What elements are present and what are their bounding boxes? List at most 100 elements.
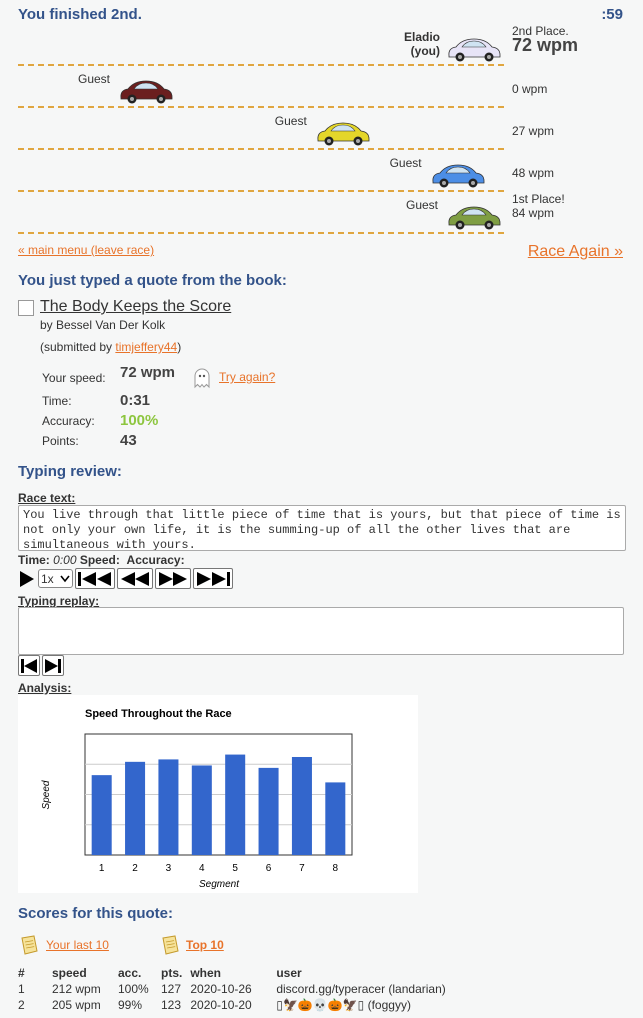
- typing-review-heading: Typing review:: [18, 463, 122, 480]
- chart-tick-label: 4: [199, 863, 205, 874]
- chart-bar: [158, 759, 179, 855]
- chart-xlabel: Segment: [199, 879, 240, 890]
- score-user[interactable]: discord.gg/typeracer (landarian): [276, 981, 453, 997]
- racer-stat: 48 wpm: [512, 166, 554, 180]
- submitted-by: (submitted by timjeffery44): [40, 340, 181, 354]
- typing-replay-label: Typing replay:: [18, 594, 100, 608]
- race-car-icon: [446, 204, 502, 235]
- score-rank: 1: [18, 982, 25, 996]
- racer-wpm: 0 wpm: [512, 82, 548, 96]
- skip-end-icon: [196, 571, 230, 586]
- scores-header-row: # speed acc. pts. when user: [18, 965, 454, 981]
- chart-bar: [191, 765, 212, 855]
- tab-your-last-10[interactable]: Your last 10: [46, 938, 109, 952]
- race-car-icon: [118, 78, 174, 109]
- racer-wpm: 27 wpm: [512, 124, 555, 138]
- notepad-icon: [159, 934, 181, 961]
- col-rank: #: [18, 966, 25, 980]
- fast-forward-button[interactable]: [154, 568, 191, 589]
- race-car-icon: [315, 120, 371, 151]
- replay-speed-select[interactable]: 1x: [38, 569, 73, 588]
- replay-speed-value: 1x: [41, 571, 54, 586]
- typing-replay-box: [18, 607, 624, 655]
- racer-name: Guest: [274, 114, 307, 128]
- speed-chart: Speed Throughout the Race Speed Segment …: [18, 695, 418, 893]
- racer-name: Eladio (you): [356, 30, 440, 58]
- speed-chart-svg: Speed Throughout the Race Speed Segment …: [41, 708, 353, 890]
- chart-bar: [325, 782, 346, 855]
- chart-tick-label: 1: [99, 863, 105, 874]
- quote-heading: You just typed a quote from the book:: [18, 272, 287, 289]
- main-menu-link[interactable]: « main menu (leave race): [18, 243, 154, 257]
- racer-stat: 0 wpm: [512, 82, 547, 96]
- chart-ylabel: Speed: [41, 780, 52, 809]
- scores-heading: Scores for this quote:: [18, 905, 174, 922]
- chart-tick-label: 2: [132, 863, 138, 874]
- col-when: when: [190, 966, 222, 980]
- chart-bar: [91, 775, 112, 855]
- ghost-icon[interactable]: [190, 365, 214, 394]
- racer-name: Guest: [78, 72, 111, 86]
- replay-start-button[interactable]: [18, 655, 40, 676]
- chart-title: Speed Throughout the Race: [85, 708, 232, 720]
- chart-tick-label: 5: [232, 863, 238, 874]
- rewind-icon: [120, 571, 149, 586]
- replay-time-label: Time:: [18, 553, 50, 567]
- score-when: 2020-10-26: [190, 982, 252, 996]
- points-value: 43: [120, 432, 137, 449]
- book-cover-image: [18, 300, 34, 316]
- table-row: 1 212 wpm 100% 127 2020-10-26 discord.gg…: [18, 981, 454, 997]
- replay-stats-line: Time: 0:00 Speed: Accuracy:: [18, 553, 185, 567]
- book-title-link[interactable]: The Body Keeps the Score: [40, 298, 231, 316]
- accuracy-label: Accuracy:: [42, 414, 95, 428]
- score-user[interactable]: ▯🦅🎃💀🎃🦅▯ (foggyy): [276, 997, 453, 1013]
- table-row: 2 205 wpm 99% 123 2020-10-20 ▯🦅🎃💀🎃🦅▯ (fo…: [18, 997, 454, 1013]
- time-label: Time:: [42, 394, 72, 408]
- race-text-label: Race text:: [18, 491, 76, 505]
- tab-top-10[interactable]: Top 10: [186, 938, 224, 952]
- replay-accuracy-label: Accuracy:: [126, 553, 185, 567]
- play-icon: [20, 570, 34, 587]
- racer-wpm: 84 wpm: [512, 206, 555, 220]
- speed-value: 72 wpm: [120, 364, 176, 381]
- col-speed: speed: [52, 966, 87, 980]
- race-result-title: You finished 2nd.: [18, 6, 142, 23]
- replay-controls-secondary: [18, 655, 64, 676]
- chart-bar: [258, 767, 279, 855]
- chart-tick-label: 3: [166, 863, 172, 874]
- replay-speed-label: Speed:: [79, 553, 120, 567]
- notepad-icon: [18, 934, 40, 961]
- replay-end-button[interactable]: [42, 655, 64, 676]
- race-car-icon: [446, 36, 502, 67]
- chart-tick-label: 6: [266, 863, 272, 874]
- skip-to-start-button[interactable]: [74, 568, 115, 589]
- race-track: [18, 64, 504, 108]
- skip-end-icon: [45, 658, 61, 673]
- chart-bar: [225, 754, 246, 855]
- replay-time-value: 0:00: [53, 553, 77, 567]
- accuracy-value: 100%: [120, 412, 159, 429]
- race-text-box[interactable]: You live through that little piece of ti…: [18, 505, 626, 551]
- racer-name-line1: Eladio: [403, 30, 440, 44]
- col-accuracy: acc.: [118, 966, 142, 980]
- play-button[interactable]: [18, 569, 36, 588]
- skip-to-end-button[interactable]: [192, 568, 233, 589]
- submitter-link[interactable]: timjeffery44: [115, 340, 177, 354]
- analysis-label: Analysis:: [18, 681, 72, 695]
- points-label: Points:: [42, 434, 79, 448]
- score-speed: 205 wpm: [52, 998, 101, 1012]
- score-rank: 2: [18, 998, 25, 1012]
- race-again-link[interactable]: Race Again »: [528, 243, 623, 261]
- chart-tick-label: 7: [299, 863, 305, 874]
- racer-wpm: 72 wpm: [512, 35, 579, 55]
- race-track: [18, 190, 504, 234]
- race-car-icon: [430, 162, 486, 193]
- rewind-button[interactable]: [116, 568, 153, 589]
- chevron-down-icon: [60, 575, 70, 582]
- racer-stat: 1st Place! 84 wpm: [512, 192, 565, 220]
- racer-stat: 27 wpm: [512, 124, 554, 138]
- replay-controls: 1x: [18, 568, 233, 589]
- try-again-link[interactable]: Try again?: [219, 370, 275, 384]
- racer-wpm: 48 wpm: [512, 166, 555, 180]
- chart-bar: [125, 761, 146, 855]
